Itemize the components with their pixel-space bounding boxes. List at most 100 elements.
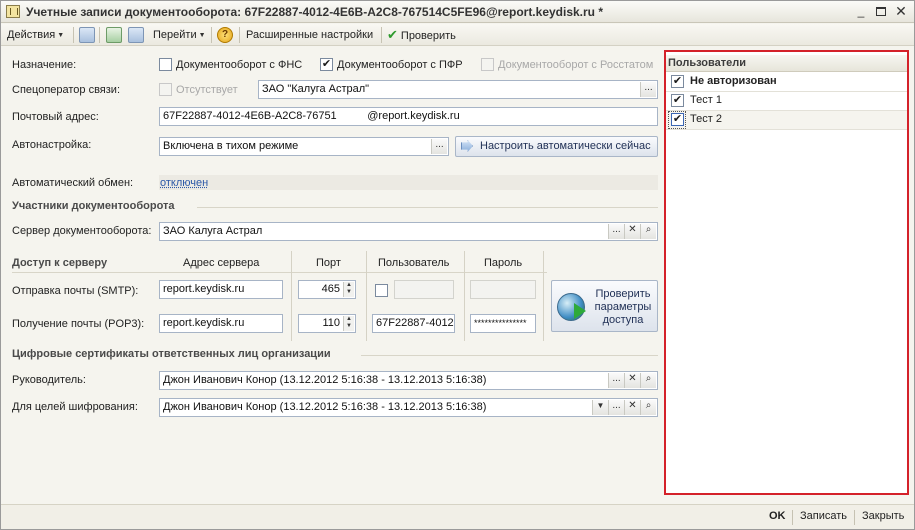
help-icon[interactable]: ? [217,27,233,43]
pop3-user-field[interactable]: 67F22887-4012 [372,314,455,333]
purpose-rosstat-checkbox [481,58,494,71]
smtp-password-field [470,280,536,299]
actions-menu[interactable]: Действия ▼ [7,27,64,43]
ok-button[interactable]: OK [769,510,786,522]
list-item[interactable]: ✔ Не авторизован [666,73,907,92]
smtp-user-field [394,280,454,299]
user-label: Тест 1 [690,94,722,106]
toolbar: Действия ▼ Перейти ▼ ? Расширенные настрой… [1,24,914,46]
purpose-pfr-checkbox[interactable]: ✔ [320,58,333,71]
smtp-label: Отправка почты (SMTP): [12,285,139,297]
pop3-password-field[interactable]: *************** [470,314,536,333]
pop3-port-field[interactable]: 110 ▲ ▼ [298,314,356,333]
clear-icon[interactable]: ✕ [624,400,640,415]
save-and-close-icon[interactable] [79,27,95,43]
clear-icon[interactable]: ✕ [624,373,640,388]
refresh-icon[interactable] [106,27,122,43]
purpose-rosstat-label: Документооборот с Росстатом [498,59,654,71]
grid-line [366,251,367,341]
encrypt-cert-value: Джон Иванович Конор (13.12.2012 5:16:38 … [163,401,487,413]
window-title: Учетные записи документооборота: 67F2288… [26,5,604,19]
list-item[interactable]: ✔ Тест 2 [666,111,907,130]
user-checkbox[interactable]: ✔ [671,75,684,88]
pop3-port-value: 110 [322,317,340,329]
grid-line [543,251,544,341]
operator-absent-label: Отсутствует [176,84,238,96]
select-button[interactable]: ... [431,139,447,154]
pop3-address-field[interactable]: report.keydisk.ru [159,314,283,333]
email-field[interactable]: 67F22887-4012-4E6B-A2C8-76751 @report.ke… [159,107,658,126]
select-button[interactable]: ... [608,400,624,415]
port-spinner[interactable]: ▲ ▼ [343,282,354,297]
email-value: 67F22887-4012-4E6B-A2C8-76751 @report.ke… [163,110,460,122]
minimize-button[interactable]: _ [853,4,869,19]
head-label: Руководитель: [12,374,86,386]
list-item[interactable]: ✔ Тест 1 [666,92,907,111]
arrow-right-icon [461,140,473,152]
close-window-button[interactable]: ✕ [893,4,909,19]
search-icon[interactable]: ⌕ [640,373,656,388]
user-checkbox[interactable]: ✔ [671,113,684,126]
encrypt-cert-field[interactable]: Джон Иванович Конор (13.12.2012 5:16:38 … [159,398,658,417]
select-button[interactable]: ... [608,224,624,239]
head-cert-value: Джон Иванович Конор (13.12.2012 5:16:38 … [163,374,487,386]
chevron-down-icon[interactable]: ▼ [592,400,608,415]
pop3-address-value: report.keydisk.ru [163,317,245,329]
operator-value: ЗАО "Калуга Астрал" [262,83,370,95]
autosetup-now-label: Настроить автоматически сейчас [480,140,651,152]
users-panel: Пользователи ✔ Не авторизован ✔ Тест 1 ✔… [664,50,909,495]
title-bar: Учетные записи документооборота: 67F2288… [1,1,914,23]
autosetup-label: Автонастройка: [12,139,92,151]
certs-header: Цифровые сертификаты ответственных лиц о… [12,348,331,360]
maximize-button[interactable] [873,4,889,19]
section-divider [197,207,658,208]
autoexchange-link[interactable]: отключен [160,177,209,189]
smtp-auth-checkbox[interactable] [375,284,388,297]
col-address-header: Адрес сервера [183,257,260,269]
purpose-label: Назначение: [12,59,77,71]
email-label: Почтовый адрес: [12,111,99,123]
autoexchange-strip [159,175,658,190]
server-field[interactable]: ЗАО Калуга Астрал ... ✕ ⌕ [159,222,658,241]
select-button[interactable]: ... [640,82,656,97]
autosetup-field[interactable]: Включена в тихом режиме ... [159,137,449,156]
actions-menu-label: Действия [7,29,56,41]
server-label: Сервер документооборота: [12,225,152,237]
head-cert-field[interactable]: Джон Иванович Конор (13.12.2012 5:16:38 … [159,371,658,390]
user-checkbox[interactable]: ✔ [671,94,684,107]
table-icon[interactable] [128,27,144,43]
operator-field[interactable]: ЗАО "Калуга Астрал" ... [258,80,658,99]
smtp-port-field[interactable]: 465 ▲ ▼ [298,280,356,299]
goto-menu[interactable]: Перейти ▼ [153,27,206,43]
port-spinner[interactable]: ▲ ▼ [343,316,354,331]
play-arrow-icon [574,303,586,319]
grid-line [291,251,292,341]
dropdown-arrow-icon: ▼ [57,32,65,39]
main-window: Учетные записи документооборота: 67F2288… [0,0,915,530]
access-header: Доступ к серверу [12,257,108,269]
purpose-fns-checkbox[interactable] [159,58,172,71]
close-button[interactable]: Закрыть [862,510,904,522]
section-divider [361,355,658,356]
smtp-address-field[interactable]: report.keydisk.ru [159,280,283,299]
select-button[interactable]: ... [608,373,624,388]
search-icon[interactable]: ⌕ [640,224,656,239]
clear-icon[interactable]: ✕ [624,224,640,239]
user-label: Не авторизован [690,75,777,87]
check-button[interactable]: ✔ Проверить [387,27,456,43]
autoexchange-label: Автоматический обмен: [12,177,134,189]
advanced-settings-button[interactable]: Расширенные настройки [246,27,373,43]
purpose-pfr-label: Документооборот с ПФР [337,59,463,71]
search-icon[interactable]: ⌕ [640,400,656,415]
encrypt-label: Для целей шифрования: [12,401,138,413]
col-user-header: Пользователь [378,257,450,269]
maximize-icon [876,7,886,16]
autosetup-now-button[interactable]: Настроить автоматически сейчас [455,136,658,157]
app-icon [6,5,20,18]
check-access-button[interactable]: Проверить параметры доступа [551,280,658,332]
operator-label: Спецоператор связи: [12,84,121,96]
col-password-header: Пароль [484,257,523,269]
pop3-user-value: 67F22887-4012 [376,317,454,329]
save-button[interactable]: Записать [800,510,847,522]
check-button-label: Проверить [400,30,456,42]
